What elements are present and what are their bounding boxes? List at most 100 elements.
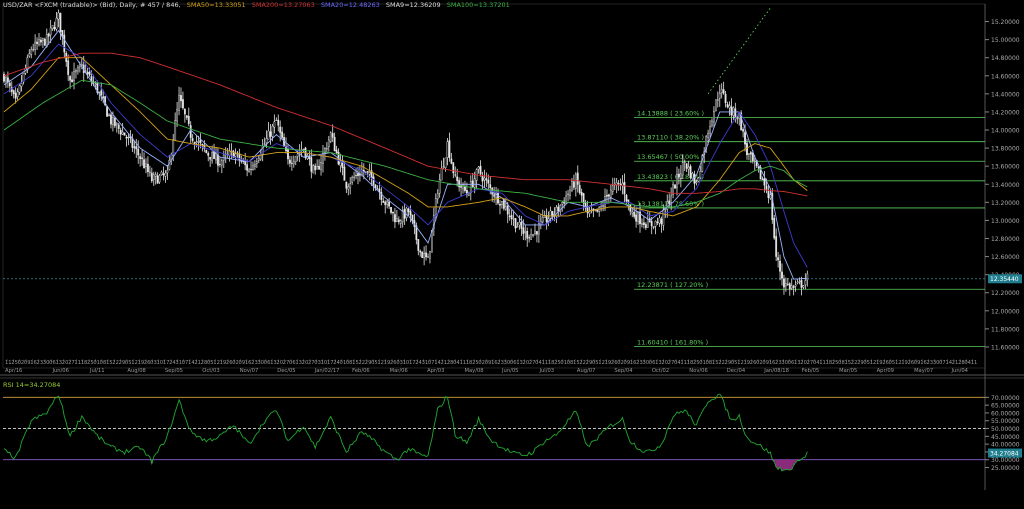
candle-body	[440, 168, 443, 181]
sma9-label: SMA9=12.36209	[385, 1, 441, 9]
candle-body	[382, 200, 385, 203]
candle-body	[405, 207, 408, 218]
candle-body	[436, 193, 439, 200]
candle-body	[419, 250, 422, 253]
candle-body	[94, 83, 97, 85]
candle-body	[277, 119, 280, 126]
candle-body	[390, 207, 392, 213]
month-tick-label: Mar/06	[390, 368, 408, 374]
candle-body	[779, 260, 781, 272]
candle-body	[557, 206, 560, 212]
candle-body	[524, 231, 527, 233]
candle-body	[205, 149, 208, 153]
candle-body	[333, 136, 336, 152]
candle-body	[646, 218, 649, 228]
month-tick-label: Feb/06	[352, 368, 370, 374]
candle-body	[294, 156, 297, 163]
candle-body	[660, 218, 663, 225]
candle-body	[292, 160, 295, 165]
candle-body	[674, 184, 676, 189]
candle-body	[691, 173, 694, 179]
candle-body	[86, 72, 89, 74]
candle-body	[499, 204, 501, 206]
candle-body	[569, 189, 571, 196]
rsi-tick-label: 60.00000	[991, 410, 1020, 417]
candle-body	[687, 166, 690, 170]
candle-body	[506, 205, 509, 215]
candle-body	[335, 149, 338, 153]
candle-body	[100, 90, 103, 96]
candle-body	[119, 129, 122, 135]
sma50-label: SMA50=13.33051	[186, 1, 246, 9]
candle-body	[806, 273, 809, 281]
candle-body	[275, 119, 278, 121]
candle-body	[765, 185, 768, 191]
candle-body	[399, 220, 402, 224]
candle-body	[392, 211, 394, 214]
candle-body	[150, 172, 153, 182]
candle-body	[528, 237, 531, 239]
candle-body	[714, 99, 717, 111]
price-panel-frame	[2, 3, 986, 369]
candle-body	[409, 211, 412, 216]
month-tick-label: May/07	[914, 368, 933, 374]
candle-body	[790, 285, 793, 289]
candle-body	[195, 141, 198, 143]
candle-body	[654, 221, 657, 227]
candle-body	[18, 85, 21, 93]
candle-body	[135, 146, 138, 150]
candle-body	[458, 180, 461, 188]
month-tick-label: Jul/03	[538, 368, 554, 374]
symbol-label: USD/ZAR <FXCM (tradable)> (Bid), Daily, …	[3, 1, 181, 9]
candle-body	[88, 71, 91, 76]
candle-body	[658, 217, 661, 224]
candle-body	[520, 221, 523, 229]
candle-body	[678, 173, 680, 178]
candle-body	[516, 226, 519, 228]
candle-body	[395, 218, 398, 222]
price-tick-label: 15.20000	[991, 19, 1020, 26]
rsi-tick-label: 55.00000	[991, 418, 1020, 425]
candle-body	[143, 159, 145, 169]
candle-body	[279, 126, 282, 133]
candle-body	[38, 39, 40, 45]
candle-body	[783, 278, 785, 288]
candle-body	[683, 161, 686, 163]
fib-level-label: 11.60410 ( 161.80% )	[637, 339, 708, 347]
candle-body	[567, 193, 569, 195]
candle-body	[110, 114, 112, 125]
candle-body	[164, 172, 167, 177]
candle-body	[248, 169, 250, 172]
candle-body	[217, 154, 219, 166]
candle-body	[561, 202, 564, 205]
month-tick-label: Dec/04	[727, 368, 746, 374]
candle-body	[329, 132, 332, 142]
candle-body	[656, 221, 659, 223]
candle-body	[269, 131, 272, 137]
candle-body	[125, 136, 128, 139]
candle-body	[386, 200, 389, 205]
fib-level-label: 14.13888 ( 23.60% )	[637, 109, 704, 117]
candle-body	[571, 181, 573, 191]
candle-body	[633, 211, 636, 217]
candle-body	[716, 99, 719, 101]
candle-body	[306, 155, 309, 159]
candle-body	[748, 153, 750, 155]
month-tick-label: Oct/03	[202, 368, 219, 374]
candle-body	[178, 94, 180, 111]
candle-body	[69, 76, 72, 81]
candle-body	[271, 125, 274, 137]
candle-body	[376, 188, 379, 190]
candle-body	[351, 177, 354, 183]
candle-body	[746, 143, 748, 156]
candle-body	[218, 163, 221, 165]
candle-body	[63, 34, 66, 53]
candle-body	[366, 171, 369, 173]
candle-body	[625, 195, 628, 202]
candle-body	[446, 141, 449, 158]
candle-body	[467, 193, 470, 196]
chart-legend-header: USD/ZAR <FXCM (tradable)> (Bid), Daily, …	[3, 1, 514, 9]
candle-body	[794, 284, 797, 287]
candle-body	[697, 177, 700, 182]
candle-body	[312, 165, 315, 174]
